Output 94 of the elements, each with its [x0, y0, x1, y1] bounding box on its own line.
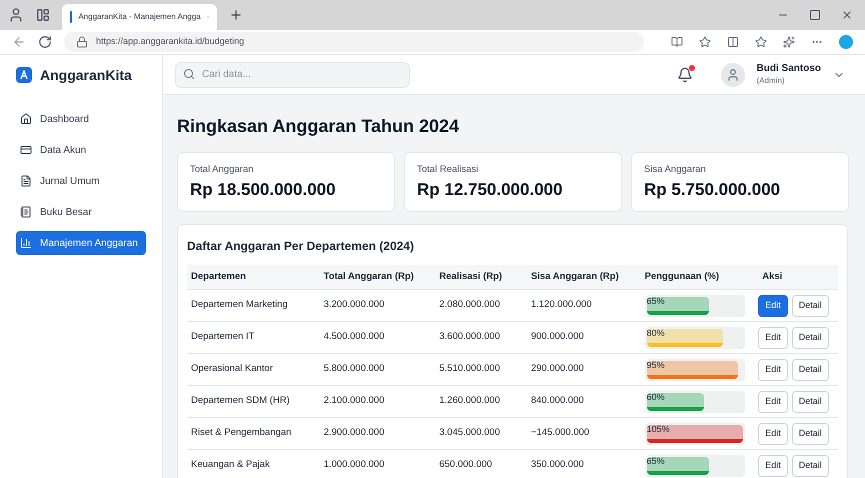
- tab-title: AnggaranKita - Manajemen Angga: [78, 11, 201, 23]
- site-info-icon: [76, 36, 88, 48]
- table-cell-text: 5.800.000.000: [322, 362, 386, 376]
- usage-percent: 65%: [646, 294, 665, 308]
- usage-percent: 60%: [646, 390, 665, 404]
- chart-icon: [20, 237, 32, 249]
- column-header: Total Anggaran (Rp): [322, 270, 415, 284]
- table-cell-text: 1.260.000.000: [438, 394, 501, 408]
- summary-label: Total Realisasi: [417, 163, 480, 177]
- split-screen-icon[interactable]: [727, 36, 739, 48]
- sidebar-item[interactable]: Dashboard: [16, 107, 146, 131]
- card-icon: [20, 144, 32, 156]
- usage-percent: 80%: [646, 326, 665, 340]
- detail-button[interactable]: Detail: [792, 422, 829, 444]
- browser-tab[interactable]: AnggaranKita - Manajemen Angga: [62, 4, 217, 30]
- edit-button[interactable]: Edit: [758, 294, 788, 316]
- restore-icon[interactable]: [809, 9, 821, 21]
- column-header: Realisasi (Rp): [438, 270, 504, 284]
- usage-percent: 65%: [646, 454, 665, 468]
- user-icon: [726, 68, 740, 82]
- column-header: Aksi: [761, 270, 784, 284]
- back-icon[interactable]: [12, 35, 26, 49]
- table-cell-text: 3.600.000.000: [438, 330, 501, 344]
- usage-percent: 105%: [646, 422, 670, 436]
- table-cell-text: 290.000.000: [530, 362, 585, 376]
- table-cell-text: Departemen IT: [190, 330, 256, 344]
- column-header: Sisa Anggaran (Rp): [530, 270, 620, 284]
- summary-value: Rp 5.750.000.000: [644, 179, 782, 202]
- avatar[interactable]: [720, 62, 745, 86]
- favorites-icon[interactable]: [755, 36, 767, 48]
- summary-value: Rp 12.750.000.000: [417, 179, 564, 202]
- table-cell-text: Operasional Kantor: [190, 362, 274, 376]
- column-header: Penggunaan (%): [644, 270, 720, 284]
- table-cell-text: −145.000.000: [530, 426, 590, 440]
- table-cell-text: 3.200.000.000: [322, 298, 386, 312]
- new-tab-icon[interactable]: [229, 8, 243, 22]
- tab-actions-icon[interactable]: [36, 8, 50, 22]
- table-cell-text: 900.000.000: [530, 330, 585, 344]
- sidebar-item[interactable]: Data Akun: [16, 138, 146, 162]
- page-title: Ringkasan Anggaran Tahun 2024: [177, 115, 460, 138]
- brand-name: AnggaranKita: [40, 66, 132, 85]
- table-cell-text: 3.045.000.000: [438, 426, 501, 440]
- edit-button[interactable]: Edit: [758, 326, 788, 348]
- search-field[interactable]: Cari data...: [175, 62, 410, 88]
- detail-button[interactable]: Detail: [792, 454, 829, 476]
- table-cell-text: 4.500.000.000: [322, 330, 386, 344]
- table-cell-text: Riset & Pengembangan: [190, 426, 292, 440]
- column-header: Departemen: [190, 270, 247, 284]
- user-name: Budi Santoso: [756, 63, 821, 76]
- logo-icon: [16, 67, 32, 83]
- detail-button[interactable]: Detail: [792, 294, 829, 316]
- collections-icon[interactable]: [783, 36, 795, 48]
- book-icon: [20, 206, 32, 218]
- reload-icon[interactable]: [38, 35, 52, 49]
- detail-button[interactable]: Detail: [792, 358, 829, 380]
- usage-percent: 95%: [646, 358, 665, 372]
- table-cell-text: Departemen SDM (HR): [190, 394, 291, 408]
- table-cell-text: 2.080.000.000: [438, 298, 501, 312]
- table-cell-text: Keuangan & Pajak: [190, 458, 271, 472]
- detail-button[interactable]: Detail: [792, 326, 829, 348]
- sidebar-item[interactable]: Buku Besar: [16, 200, 146, 224]
- table-cell-text: 1.120.000.000: [530, 298, 593, 312]
- file-icon: [20, 175, 32, 187]
- address-field[interactable]: https://app.anggarankita.id/budgeting: [64, 32, 644, 52]
- bell-icon: [676, 66, 693, 82]
- edit-button[interactable]: Edit: [758, 454, 788, 476]
- table-cell-text: 350.000.000: [530, 458, 585, 472]
- table-cell-text: 5.510.000.000: [438, 362, 501, 376]
- favorite-icon[interactable]: [699, 36, 711, 48]
- copilot-icon[interactable]: [839, 35, 853, 49]
- profile-icon[interactable]: [8, 7, 24, 23]
- read-aloud-icon[interactable]: [671, 36, 683, 48]
- summary-label: Sisa Anggaran: [644, 163, 707, 177]
- table-cell-text: 650.000.000: [438, 458, 494, 472]
- detail-button[interactable]: Detail: [792, 390, 829, 412]
- summary-value: Rp 18.500.000.000: [190, 179, 337, 202]
- table-title: Daftar Anggaran Per Departemen (2024): [187, 238, 415, 255]
- table-cell-text: 2.100.000.000: [322, 394, 386, 408]
- edit-button[interactable]: Edit: [758, 390, 788, 412]
- table-cell-text: 2.900.000.000: [322, 426, 386, 440]
- search-icon: [183, 68, 195, 80]
- sidebar-item[interactable]: Jurnal Umum: [16, 169, 146, 193]
- close-icon[interactable]: [841, 9, 853, 21]
- edit-button[interactable]: Edit: [758, 422, 788, 444]
- edit-button[interactable]: Edit: [758, 358, 788, 380]
- table-cell-text: 840.000.000: [530, 394, 585, 408]
- notification-button[interactable]: [676, 66, 693, 82]
- summary-label: Total Anggaran: [190, 163, 254, 177]
- table-cell-text: Departemen Marketing: [190, 298, 289, 312]
- user-role: (Admin): [756, 76, 786, 86]
- table-cell-text: 1.000.000.000: [322, 458, 386, 472]
- url-text: https://app.anggarankita.id/budgeting: [96, 35, 244, 48]
- home-icon: [20, 113, 32, 125]
- sidebar-item[interactable]: Manajemen Anggaran: [16, 231, 146, 255]
